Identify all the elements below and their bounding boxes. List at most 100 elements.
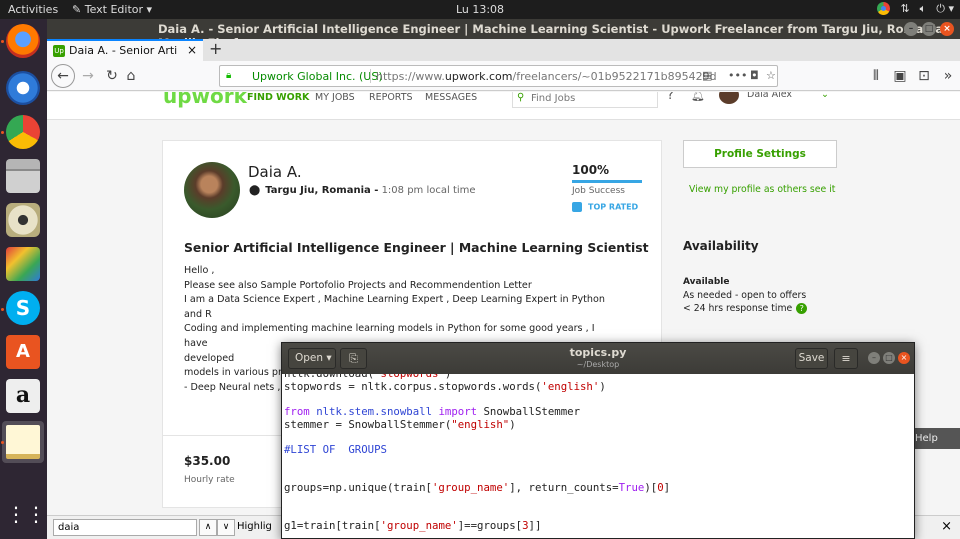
pocket-icon[interactable]: ◘: [750, 69, 759, 82]
code-line[interactable]: stopwords = nltk.corpus.stopwords.words(…: [284, 380, 606, 393]
files-icon[interactable]: [6, 159, 40, 193]
home-icon[interactable]: ⌂: [120, 66, 142, 86]
code-line[interactable]: #LIST OF GROUPS: [284, 443, 387, 456]
find-previous-icon[interactable]: ∧: [199, 519, 217, 536]
site-identity[interactable]: Upwork Global Inc. (US): [252, 70, 383, 83]
running-indicator: [1, 40, 4, 43]
url-text[interactable]: https://www.upwork.com/freelancers/~01b9…: [376, 70, 717, 83]
url-bar[interactable]: 🔒︎ Upwork Global Inc. (US) https://www.u…: [219, 65, 778, 87]
close-icon[interactable]: ×: [940, 22, 954, 36]
hamburger-menu-icon[interactable]: ≡: [834, 348, 858, 369]
text-editor-icon: ✎: [72, 3, 82, 16]
availability-heading: Availability: [683, 239, 759, 253]
ubuntu-dock: S A a ⋮⋮⋮: [0, 19, 66, 539]
notifications-bell-icon[interactable]: 🔔︎: [691, 92, 705, 102]
location-pin-icon: ⬤: [249, 185, 261, 196]
back-icon[interactable]: ←: [51, 64, 75, 88]
help-icon[interactable]: ?: [667, 92, 674, 103]
chrome-icon[interactable]: [6, 115, 40, 149]
page-actions-icon[interactable]: •••: [728, 69, 747, 82]
software-center-icon[interactable]: A: [6, 335, 40, 369]
library-icon[interactable]: ⫴: [865, 66, 887, 86]
maximize-icon[interactable]: □: [922, 22, 936, 36]
search-icon: ⚲: [517, 92, 525, 103]
firefox-icon[interactable]: [6, 24, 40, 58]
app-menu[interactable]: ✎ Text Editor ▾: [72, 3, 152, 16]
gimp-icon[interactable]: [6, 247, 40, 281]
save-button[interactable]: Save: [795, 348, 828, 369]
view-profile-as-others-link[interactable]: View my profile as others see it: [689, 184, 835, 195]
running-indicator: [1, 441, 4, 444]
upwork-logo[interactable]: upwork: [163, 92, 247, 108]
screenshot-icon[interactable]: ⊡: [913, 66, 935, 86]
new-tab-icon[interactable]: +: [209, 39, 222, 58]
show-apps-icon[interactable]: ⋮⋮⋮: [6, 497, 66, 531]
system-tray[interactable]: ⇅ 🔈︎ ⏻ ▾: [877, 2, 954, 16]
avatar[interactable]: [719, 92, 739, 104]
document-title: topics.py: [569, 346, 627, 359]
caret-down-icon: ▾: [146, 3, 153, 16]
bookmark-star-icon[interactable]: ☆: [766, 69, 776, 82]
reader-view-icon[interactable]: ▤: [702, 69, 712, 82]
rhythmbox-icon[interactable]: [6, 203, 40, 237]
clock[interactable]: Lu 13:08: [440, 3, 520, 16]
gedit-header-bar: Open ▾ ⎘ topics.py ~/Desktop Save ≡ – □ …: [282, 343, 914, 374]
search-placeholder: Find Jobs: [531, 93, 576, 104]
amazon-icon[interactable]: a: [6, 379, 40, 413]
gnome-top-bar: Activities ✎ Text Editor ▾ Lu 13:08 ⇅ 🔈︎…: [0, 0, 960, 19]
find-next-icon[interactable]: ∨: [217, 519, 235, 536]
nav-reports[interactable]: REPORTS: [369, 92, 413, 103]
code-line[interactable]: groups=np.unique(train['group_name'], re…: [284, 481, 670, 494]
highlight-all-label[interactable]: Highlig: [237, 521, 272, 532]
nav-messages[interactable]: MESSAGES: [425, 92, 477, 103]
find-input[interactable]: daia: [53, 519, 197, 536]
minimize-icon[interactable]: –: [868, 352, 880, 364]
new-document-icon[interactable]: ⎘: [340, 348, 367, 369]
network-icon[interactable]: ⇅: [900, 2, 909, 16]
firefox-title-bar: Daia A. - Senior Artificial Intelligence…: [47, 19, 960, 50]
profile-settings-button[interactable]: Profile Settings: [683, 140, 837, 168]
code-line[interactable]: from nltk.stem.snowball import SnowballS…: [284, 405, 580, 418]
question-icon[interactable]: ?: [796, 303, 808, 314]
hourly-rate: $35.00: [184, 454, 231, 468]
code-line[interactable]: stemmer = SnowballStemmer("english"): [284, 418, 516, 431]
volume-icon[interactable]: 🔈︎: [920, 2, 927, 16]
open-button[interactable]: Open ▾: [288, 348, 336, 369]
tab-label: Daia A. - Senior Artificial Intelligence: [69, 44, 177, 57]
running-indicator: [1, 308, 4, 311]
minimize-icon[interactable]: –: [904, 22, 918, 36]
close-find-bar-icon[interactable]: ×: [941, 519, 952, 534]
chrome-icon[interactable]: [877, 2, 891, 15]
user-name[interactable]: Daia Alex: [747, 92, 792, 100]
availability-detail: As needed - open to offers: [683, 290, 807, 301]
maximize-icon[interactable]: □: [883, 352, 895, 364]
running-indicator: [1, 131, 4, 134]
url-separator: [370, 69, 371, 83]
top-rated-badge: TOP RATED: [572, 202, 638, 212]
close-tab-icon[interactable]: ×: [187, 43, 197, 57]
power-icon[interactable]: ⏻ ▾: [936, 2, 954, 16]
close-icon[interactable]: ×: [898, 352, 910, 364]
document-path: ~/Desktop: [576, 360, 620, 369]
text-editor-icon[interactable]: [6, 425, 40, 459]
job-success-bar: [572, 180, 642, 183]
find-jobs-search[interactable]: ⚲ Find Jobs: [512, 92, 658, 108]
thunderbird-icon[interactable]: [6, 71, 40, 105]
profile-photo: [184, 162, 240, 218]
code-editor[interactable]: nltk.download('stopwords')stopwords = nl…: [284, 374, 912, 538]
code-line[interactable]: g1=train[train['group_name']==groups[3]]: [284, 519, 541, 532]
nav-my-jobs[interactable]: MY JOBS: [315, 92, 355, 103]
overflow-menu-icon[interactable]: »: [937, 66, 959, 86]
skype-icon[interactable]: S: [6, 291, 40, 325]
profile-name: Daia A.: [248, 163, 302, 181]
chevron-down-icon[interactable]: ⌄: [821, 92, 829, 100]
help-tab[interactable]: Help: [911, 428, 960, 449]
gedit-window: Open ▾ ⎘ topics.py ~/Desktop Save ≡ – □ …: [281, 342, 915, 539]
sidebar-icon[interactable]: ▣: [889, 66, 911, 86]
caret-down-icon: ▾: [326, 352, 332, 364]
activities-button[interactable]: Activities: [8, 3, 58, 16]
nav-find-work[interactable]: FIND WORK: [247, 92, 309, 103]
tab-upwork-profile[interactable]: Up Daia A. - Senior Artificial Intellige…: [47, 39, 203, 61]
lock-icon[interactable]: 🔒︎: [226, 70, 231, 81]
forward-icon[interactable]: →: [77, 66, 99, 86]
